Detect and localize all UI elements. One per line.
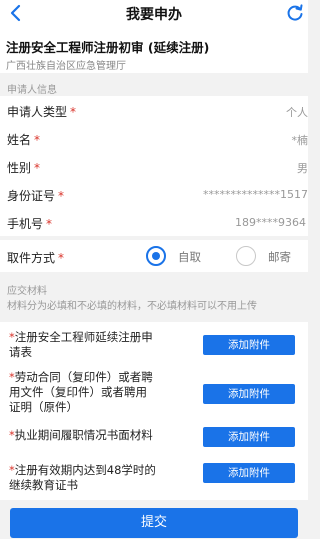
pickup-self-radio[interactable] [146,246,166,266]
phone-field[interactable]: 手机号 * 189****9364 [0,208,308,236]
service-header: 注册安全工程师注册初审 (延续注册) 广西壮族自治区应急管理厅 [0,27,308,73]
add-attachment-button[interactable]: 添加附件 [203,427,295,447]
required-marker: * [58,189,65,203]
phone-value: 189****9364 [235,216,306,229]
gender-value: 男 [297,162,308,175]
material-item: *注册有效期内达到48学时的 继续教育证书 添加附件 [0,454,308,500]
id-number-field[interactable]: 身份证号 * **************1517 [0,180,308,208]
applicant-type-value: 个人 [286,106,308,119]
material-item: *注册安全工程师延续注册申 请表 添加附件 [0,322,308,364]
material-name: *注册有效期内达到48学时的 继续教育证书 [9,463,156,492]
id-number-value: **************1517 [203,188,308,201]
top-nav-bar: 我要申办 [0,0,308,27]
gender-field[interactable]: 性别 * 男 [0,152,308,180]
submit-button[interactable]: 提交 [10,508,298,538]
applicant-section-label: 申请人信息 [7,85,57,96]
required-marker: * [34,161,41,175]
applicant-type-label: 申请人类型 [7,105,68,119]
required-marker: * [70,105,77,119]
required-marker: * [58,251,65,265]
service-title: 注册安全工程师注册初审 (延续注册) [6,40,210,55]
add-attachment-button[interactable]: 添加附件 [203,335,295,355]
pickup-self-label[interactable]: 自取 [178,249,201,265]
materials-list: *注册安全工程师延续注册申 请表 添加附件 *劳动合同（复印件）或者聘 用文件（… [0,322,308,500]
page-title: 我要申办 [126,7,182,23]
material-name: *注册安全工程师延续注册申 请表 [9,330,153,359]
materials-note: 材料分为必填和不必填的材料，不必填材料可以不用上传 [7,301,257,312]
refresh-icon[interactable] [285,3,305,23]
applicant-type-field[interactable]: 申请人类型 * 个人 [0,96,308,124]
id-number-label: 身份证号 [7,189,56,203]
phone-label: 手机号 [7,217,44,231]
pickup-method-field: 取件方式 * 自取 邮寄 [0,240,308,272]
name-value: *楠 [291,134,309,147]
add-attachment-button[interactable]: 添加附件 [203,384,295,404]
materials-section-label: 应交材料 [7,286,47,297]
material-item: *劳动合同（复印件）或者聘 用文件（复印件）或者聘用 证明（原件） 添加附件 [0,364,308,420]
required-marker: * [46,217,53,231]
material-name: *执业期间履职情况书面材料 [9,428,153,442]
pickup-mail-radio[interactable] [236,246,256,266]
material-name: *劳动合同（复印件）或者聘 用文件（复印件）或者聘用 证明（原件） [9,370,153,414]
add-attachment-button[interactable]: 添加附件 [203,463,295,483]
material-item: *执业期间履职情况书面材料 添加附件 [0,420,308,454]
materials-section-header: 应交材料 材料分为必填和不必填的材料，不必填材料可以不用上传 [0,280,308,322]
name-field[interactable]: 姓名 * *楠 [0,124,308,152]
pickup-mail-label[interactable]: 邮寄 [268,249,291,265]
required-marker: * [34,133,41,147]
applicant-form: 申请人类型 * 个人 姓名 * *楠 性别 * 男 身份证号 * ***********… [0,96,308,236]
pickup-method-label: 取件方式 [7,251,56,265]
name-label: 姓名 [7,133,32,147]
department-name: 广西壮族自治区应急管理厅 [6,61,126,72]
gender-label: 性别 [7,161,32,175]
